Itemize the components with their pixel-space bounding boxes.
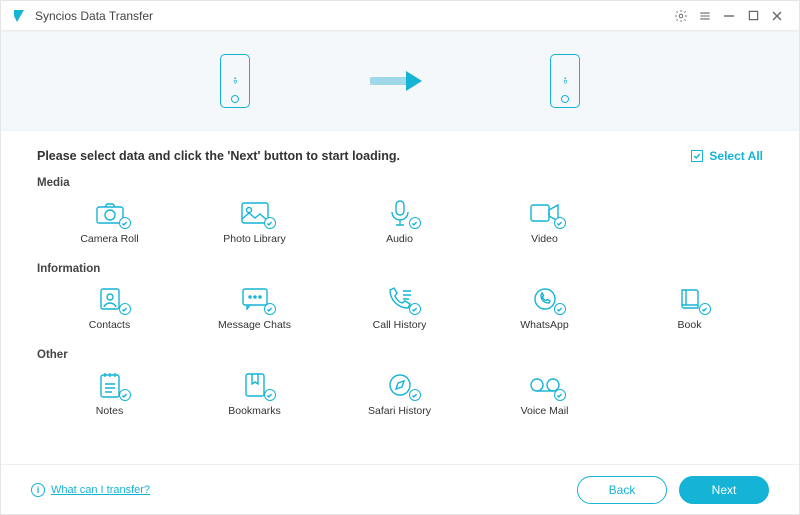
device-strip xyxy=(1,31,799,131)
item-label: Camera Roll xyxy=(80,233,138,245)
titlebar: Syncios Data Transfer xyxy=(1,1,799,31)
app-title: Syncios Data Transfer xyxy=(35,9,153,23)
item-call-history[interactable]: Call History xyxy=(327,281,472,339)
next-button-label: Next xyxy=(712,483,737,497)
voicemail-icon xyxy=(528,371,562,399)
item-label: Bookmarks xyxy=(228,405,281,417)
source-device-icon xyxy=(220,54,250,108)
back-button-label: Back xyxy=(609,483,636,497)
item-camera-roll[interactable]: Camera Roll xyxy=(37,195,182,253)
callhistory-icon xyxy=(383,285,417,313)
item-book[interactable]: Book xyxy=(617,281,762,339)
item-video[interactable]: Video xyxy=(472,195,617,253)
audio-icon xyxy=(383,199,417,227)
message-icon xyxy=(238,285,272,313)
item-label: Audio xyxy=(386,233,413,245)
help-link-label: What can I transfer? xyxy=(51,484,150,496)
target-device-icon xyxy=(550,54,580,108)
minimize-button[interactable] xyxy=(717,6,741,26)
settings-button[interactable] xyxy=(669,6,693,26)
information-items: Contacts Message Chats Call History What… xyxy=(37,281,763,339)
item-photo-library[interactable]: Photo Library xyxy=(182,195,327,253)
contacts-icon xyxy=(93,285,127,313)
next-button[interactable]: Next xyxy=(679,476,769,504)
item-label: Book xyxy=(678,319,702,331)
camera-icon xyxy=(93,199,127,227)
item-label: WhatsApp xyxy=(520,319,568,331)
section-title-media: Media xyxy=(37,177,763,189)
menu-button[interactable] xyxy=(693,6,717,26)
item-label: Voice Mail xyxy=(521,405,569,417)
select-all-toggle[interactable]: Select All xyxy=(691,149,763,163)
item-contacts[interactable]: Contacts xyxy=(37,281,182,339)
back-button[interactable]: Back xyxy=(577,476,667,504)
select-all-checkbox-icon xyxy=(691,150,703,162)
select-all-label: Select All xyxy=(709,149,763,163)
item-label: Message Chats xyxy=(218,319,291,331)
item-label: Call History xyxy=(373,319,427,331)
section-title-other: Other xyxy=(37,349,763,361)
bookmarks-icon xyxy=(238,371,272,399)
item-notes[interactable]: Notes xyxy=(37,367,182,425)
info-icon: i xyxy=(31,483,45,497)
main-panel: Please select data and click the 'Next' … xyxy=(1,131,799,464)
maximize-button[interactable] xyxy=(741,6,765,26)
item-label: Safari History xyxy=(368,405,431,417)
item-message-chats[interactable]: Message Chats xyxy=(182,281,327,339)
safari-icon xyxy=(383,371,417,399)
item-voice-mail[interactable]: Voice Mail xyxy=(472,367,617,425)
transfer-arrow-icon xyxy=(370,68,430,94)
app-logo-icon xyxy=(11,8,27,24)
item-bookmarks[interactable]: Bookmarks xyxy=(182,367,327,425)
section-title-information: Information xyxy=(37,263,763,275)
footer: i What can I transfer? Back Next xyxy=(1,464,799,514)
notes-icon xyxy=(93,371,127,399)
media-items: Camera Roll Photo Library Audio Video xyxy=(37,195,763,253)
item-label: Notes xyxy=(96,405,123,417)
video-icon xyxy=(528,199,562,227)
item-whatsapp[interactable]: WhatsApp xyxy=(472,281,617,339)
other-items: Notes Bookmarks Safari History Voice Mai… xyxy=(37,367,763,425)
whatsapp-icon xyxy=(528,285,562,313)
item-label: Contacts xyxy=(89,319,130,331)
instruction-text: Please select data and click the 'Next' … xyxy=(37,149,400,163)
item-audio[interactable]: Audio xyxy=(327,195,472,253)
close-button[interactable] xyxy=(765,6,789,26)
item-label: Photo Library xyxy=(223,233,285,245)
photo-icon xyxy=(238,199,272,227)
book-icon xyxy=(673,285,707,313)
item-label: Video xyxy=(531,233,558,245)
help-link[interactable]: i What can I transfer? xyxy=(31,483,150,497)
item-safari-history[interactable]: Safari History xyxy=(327,367,472,425)
